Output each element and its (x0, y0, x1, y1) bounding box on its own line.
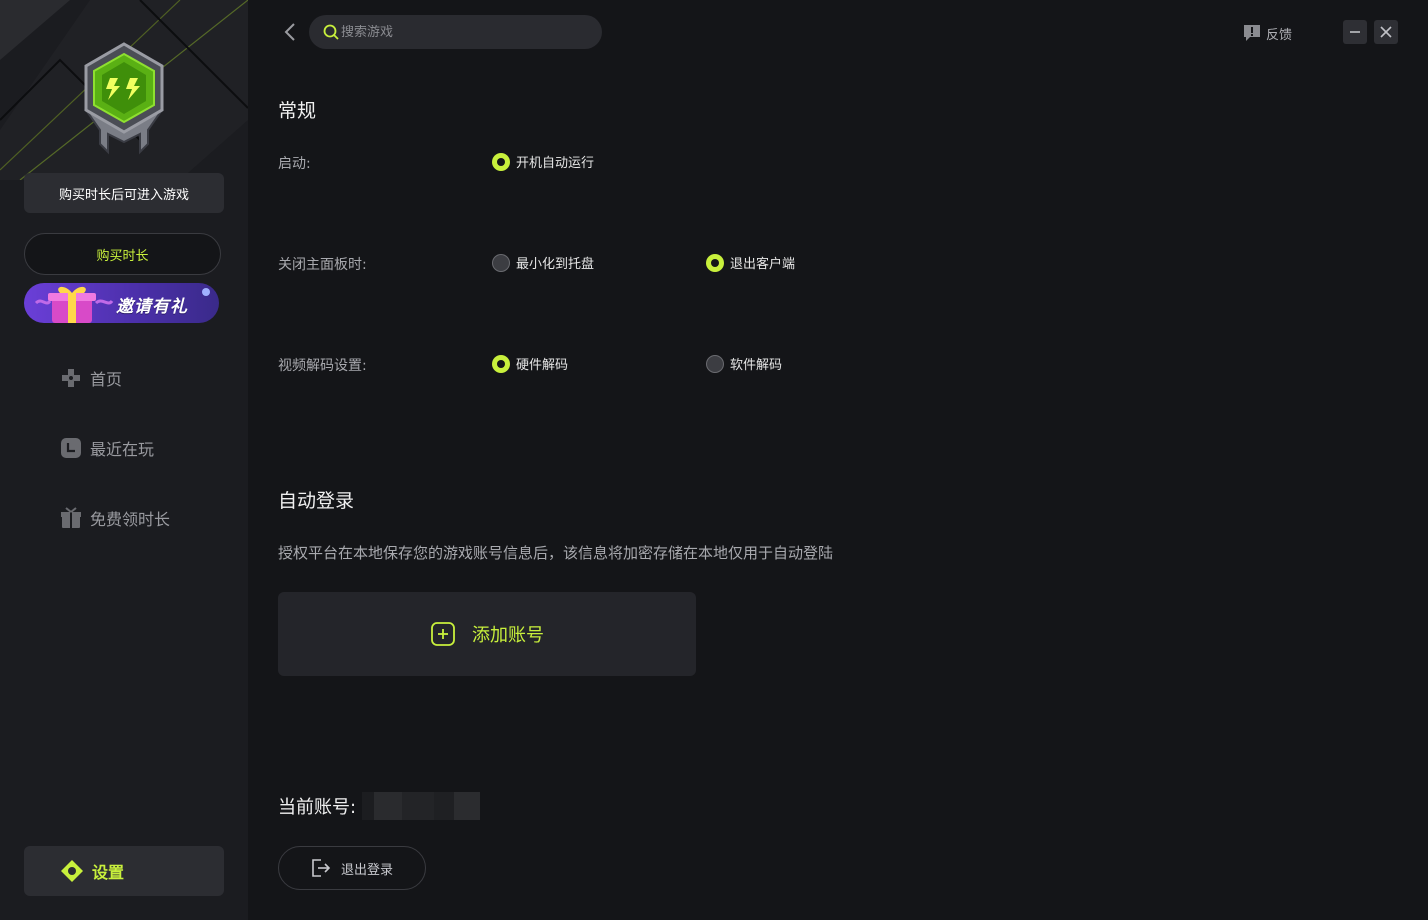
close-button[interactable] (1374, 20, 1398, 44)
gift-box-icon (61, 507, 81, 528)
nav-label-free-time: 免费领时长 (90, 510, 171, 529)
radio-auto-start[interactable]: 开机自动运行 (492, 152, 594, 171)
invite-banner[interactable]: 邀请有礼 (24, 283, 219, 323)
member-badge-icon (84, 42, 164, 155)
video-decode-label: 视频解码设置: (278, 358, 367, 374)
add-account-button[interactable]: 添加账号 (278, 592, 696, 676)
nav-label-home: 首页 (90, 370, 123, 389)
nav-label-recent: 最近在玩 (90, 440, 155, 459)
search-input[interactable] (341, 24, 581, 40)
logout-button[interactable]: 退出登录 (278, 846, 426, 890)
radio-label: 退出客户端 (730, 257, 796, 272)
logout-label: 退出登录 (341, 862, 394, 878)
add-account-label: 添加账号 (472, 625, 544, 646)
sidebar: 购买时长后可进入游戏 购买时长 邀请有礼 首页 最近在玩 免费领时长 设置 (0, 0, 248, 920)
add-square-icon (431, 622, 455, 646)
gamepad-icon (62, 369, 80, 387)
auto-login-section-title: 自动登录 (278, 490, 355, 512)
masked-account-name (362, 792, 481, 820)
radio-hardware-decode[interactable]: 硬件解码 (492, 354, 568, 373)
sparkle-icon (202, 288, 210, 296)
radio-minimize-to-tray[interactable]: 最小化到托盘 (492, 253, 594, 272)
clock-icon (61, 438, 81, 458)
minimize-button[interactable] (1343, 20, 1367, 44)
startup-label: 启动: (278, 156, 311, 172)
radio-indicator-checked (706, 253, 724, 272)
radio-indicator-unchecked (492, 253, 510, 272)
purchase-notice: 购买时长后可进入游戏 (24, 173, 224, 213)
radio-indicator-unchecked (706, 354, 724, 373)
nav-item-recent[interactable]: 最近在玩 (60, 433, 154, 463)
feedback-label: 反馈 (1266, 27, 1293, 43)
close-icon (1380, 26, 1392, 38)
radio-label: 硬件解码 (516, 358, 569, 373)
nav-item-home[interactable]: 首页 (60, 363, 122, 393)
settings-diamond-icon (61, 860, 83, 882)
search-icon (323, 24, 339, 40)
feedback-icon (1244, 25, 1260, 41)
nav-label-settings: 设置 (92, 863, 125, 882)
search-bar[interactable] (309, 15, 602, 49)
radio-indicator-checked (492, 354, 510, 373)
radio-label: 开机自动运行 (516, 156, 595, 171)
radio-label: 软件解码 (730, 358, 783, 373)
nav-item-settings[interactable]: 设置 (24, 846, 224, 896)
buy-time-button[interactable]: 购买时长 (24, 233, 221, 275)
radio-label: 最小化到托盘 (516, 257, 595, 272)
current-account-label: 当前账号: (278, 797, 357, 818)
invite-label: 邀请有礼 (116, 297, 188, 317)
minimize-icon (1350, 31, 1360, 33)
back-arrow-icon[interactable] (282, 22, 298, 42)
nav-item-free-time[interactable]: 免费领时长 (60, 503, 170, 533)
current-account: 当前账号: (278, 792, 481, 820)
radio-software-decode[interactable]: 软件解码 (706, 354, 782, 373)
logout-icon (312, 859, 331, 877)
close-panel-label: 关闭主面板时: (278, 257, 367, 273)
gift-icon (34, 286, 114, 323)
general-section-title: 常规 (278, 100, 317, 122)
feedback-button[interactable]: 反馈 (1242, 22, 1292, 44)
auto-login-description: 授权平台在本地保存您的游戏账号信息后，该信息将加密存储在本地仅用于自动登陆 (278, 544, 834, 562)
radio-exit-client[interactable]: 退出客户端 (706, 253, 795, 272)
radio-indicator-checked (492, 152, 510, 171)
